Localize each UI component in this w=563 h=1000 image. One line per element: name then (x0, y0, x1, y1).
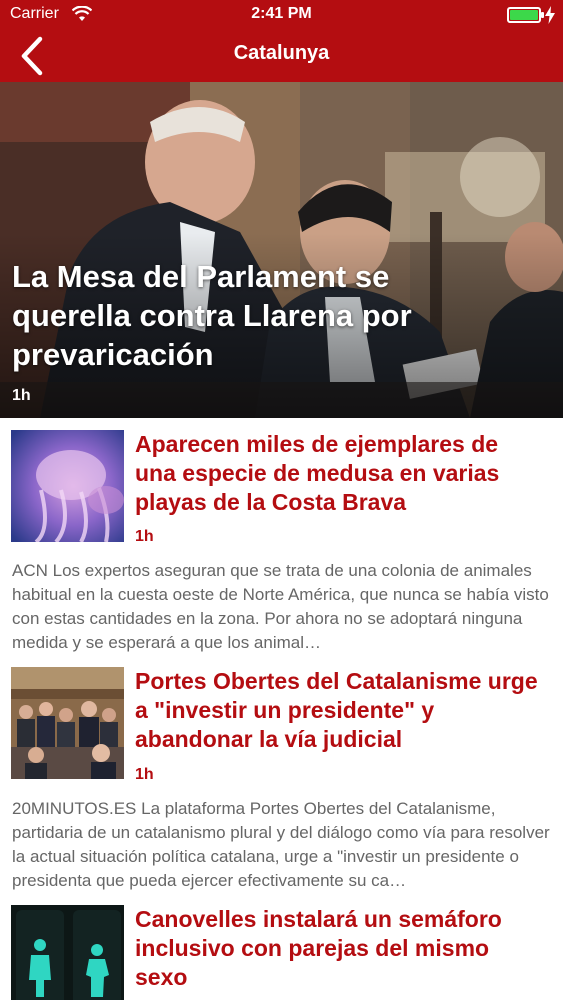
list-item[interactable]: Aparecen miles de ejemplares de una espe… (0, 418, 563, 653)
article-age: 1h (135, 528, 154, 545)
article-summary: 20MINUTOS.ES La plataforma Portes Oberte… (12, 799, 550, 890)
article-title: Portes Obertes del Catalanisme urge a "i… (135, 668, 538, 752)
status-time: 2:41 PM (251, 5, 312, 22)
navigation-bar: Catalunya (0, 30, 563, 82)
article-summary: ACN Los expertos aseguran que se trata d… (12, 561, 549, 652)
page-title: Catalunya (233, 42, 330, 64)
article-thumbnail (11, 430, 124, 542)
top-bar: Carrier 2:41 PM Catalunya (0, 0, 563, 82)
charging-icon (545, 6, 555, 24)
featured-age: 1h (12, 387, 31, 404)
article-thumbnail (11, 905, 124, 1000)
article-thumbnail (11, 667, 124, 779)
featured-headline: La Mesa del Parlament se querella contra… (12, 259, 412, 372)
status-bar: Carrier 2:41 PM (0, 0, 563, 30)
list-item[interactable]: Portes Obertes del Catalanisme urge a "i… (0, 656, 563, 891)
battery-icon (507, 7, 544, 23)
article-list: Aparecen miles de ejemplares de una espe… (0, 418, 563, 1000)
article-title: Canovelles instalará un semáforo inclusi… (135, 906, 502, 990)
list-item[interactable]: Canovelles instalará un semáforo inclusi… (0, 894, 563, 1000)
featured-article[interactable]: La Mesa del Parlament se querella contra… (0, 82, 563, 418)
article-age: 1h (135, 766, 154, 783)
article-title: Aparecen miles de ejemplares de una espe… (135, 431, 500, 515)
